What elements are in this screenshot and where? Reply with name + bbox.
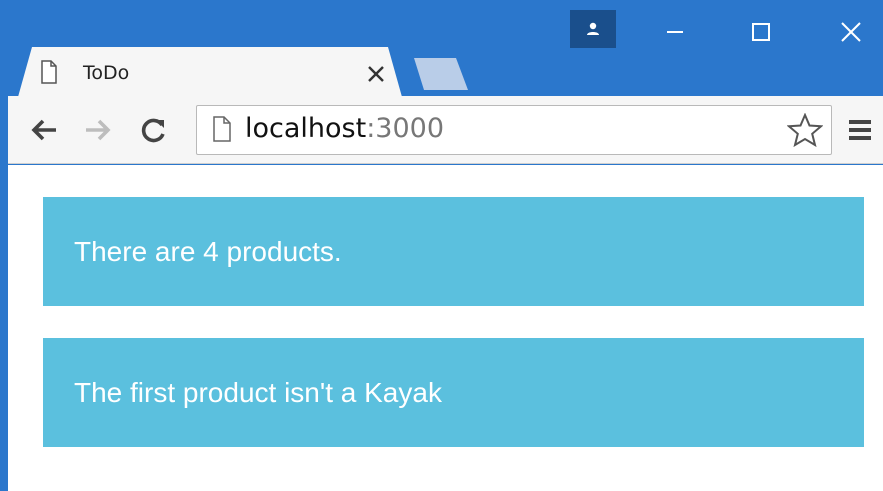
maximize-icon — [752, 23, 770, 41]
first-product-panel: The first product isn't a Kayak — [43, 338, 864, 447]
browser-window: ToDo localhost:3000 There are 4 products… — [0, 0, 883, 491]
page-icon — [213, 116, 231, 142]
tab-title: ToDo — [83, 62, 130, 84]
hamburger-menu-icon[interactable] — [847, 117, 873, 143]
panel-text: There are 4 products. — [74, 235, 342, 267]
close-window-button[interactable] — [821, 12, 881, 52]
star-icon[interactable] — [787, 113, 823, 147]
reload-button[interactable] — [134, 110, 174, 150]
page-icon — [41, 60, 57, 84]
close-icon — [841, 22, 861, 42]
reload-icon — [141, 118, 165, 143]
product-count-panel: There are 4 products. — [43, 197, 864, 306]
url-port: :3000 — [366, 113, 445, 144]
forward-button[interactable] — [78, 110, 118, 150]
url-host: localhost — [245, 113, 367, 144]
minimize-button[interactable] — [645, 12, 705, 52]
panel-text: The first product isn't a Kayak — [74, 376, 442, 408]
back-arrow-icon — [31, 119, 56, 141]
profile-button[interactable] — [570, 10, 616, 48]
close-tab-icon[interactable] — [364, 62, 388, 86]
browser-tab[interactable] — [18, 47, 402, 97]
back-button[interactable] — [24, 110, 64, 150]
maximize-button[interactable] — [731, 12, 791, 52]
person-icon — [587, 22, 599, 35]
url-text[interactable]: localhost:3000 — [245, 113, 444, 144]
minimize-icon — [667, 31, 683, 33]
forward-arrow-icon — [86, 119, 111, 141]
